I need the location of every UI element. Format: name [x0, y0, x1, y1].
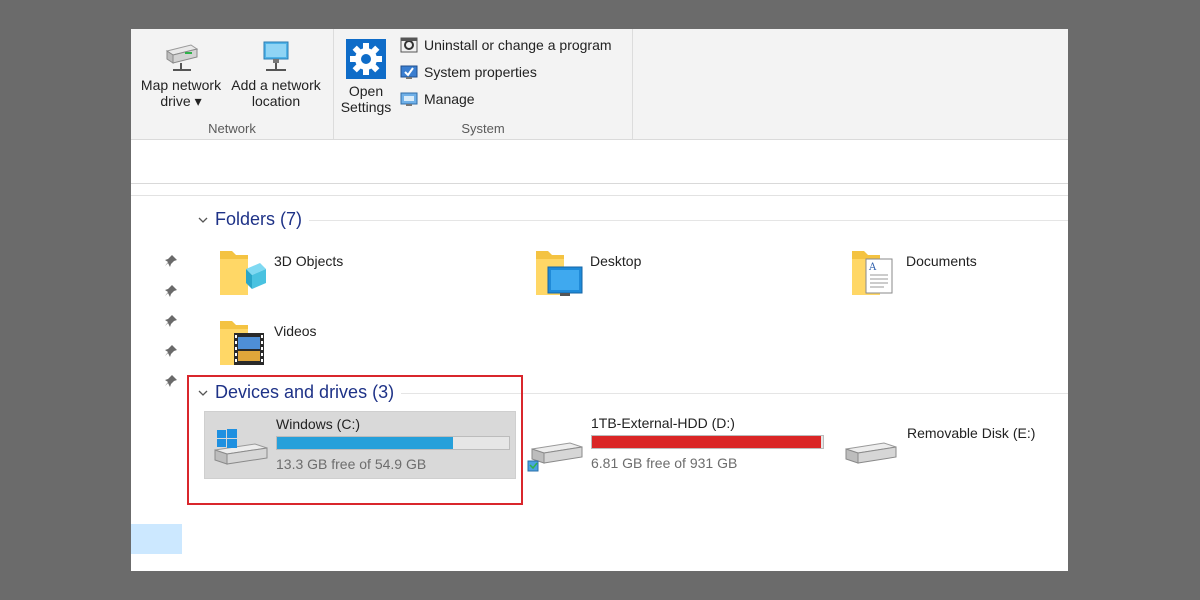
- add-location-label-line2: location: [251, 93, 301, 109]
- drive-free-space: 13.3 GB free of 54.9 GB: [276, 456, 427, 472]
- svg-text:A: A: [868, 262, 877, 273]
- pin-icon: [165, 375, 177, 387]
- uninstall-label: Uninstall or change a program: [424, 37, 612, 53]
- folder-documents[interactable]: A Documents: [850, 245, 1068, 305]
- external-drive-icon: [527, 442, 583, 472]
- pin-icon: [165, 255, 177, 267]
- nav-pane-selected-item[interactable]: [131, 524, 182, 554]
- folders-header-label: Folders (7): [215, 209, 303, 229]
- network-group-label: Network: [208, 121, 256, 136]
- desktop-folder-icon: [536, 251, 583, 296]
- drive-removable-e[interactable]: Removable Disk (E:): [842, 411, 1062, 477]
- drive-name: 1TB-External-HDD (D:): [591, 415, 735, 431]
- folders-section-header[interactable]: Folders (7): [197, 209, 302, 230]
- folder-videos[interactable]: Videos: [218, 315, 518, 375]
- add-location-label-line1: Add a network: [231, 77, 321, 93]
- folder-name: Desktop: [590, 253, 642, 269]
- ribbon-group-system: Open Settings Uninstall or change a prog…: [334, 29, 633, 139]
- windows-drive-icon: [214, 429, 268, 465]
- add-network-location-button[interactable]: Add a network location: [227, 39, 325, 109]
- open-settings-label-line2: Settings: [340, 99, 392, 115]
- open-settings-label-line1: Open: [348, 83, 384, 99]
- chevron-down-icon: [198, 217, 208, 223]
- drive-usage-fill: [592, 436, 822, 448]
- folder-3d-objects[interactable]: 3D Objects: [218, 245, 518, 305]
- pin-icon: [165, 345, 177, 357]
- manage-icon: [400, 92, 418, 106]
- system-properties-button[interactable]: System properties: [400, 62, 537, 82]
- uninstall-icon: [400, 37, 418, 53]
- pin-icon: [165, 315, 177, 327]
- map-drive-label-line1: Map network: [140, 77, 222, 93]
- map-drive-label-line2: drive ▾: [160, 93, 202, 109]
- folder-name: Videos: [274, 323, 317, 339]
- drive-usage-bar: [276, 436, 510, 450]
- drives-section-divider: [401, 393, 1068, 394]
- network-location-icon: [263, 41, 289, 71]
- documents-folder-icon: A: [852, 251, 893, 295]
- drive-usage-fill: [277, 437, 453, 449]
- system-group-label: System: [461, 121, 505, 136]
- drive-name: Windows (C:): [276, 416, 361, 432]
- file-explorer-window: Map network drive ▾ Add a network locati…: [131, 29, 1068, 571]
- chevron-down-icon: [198, 390, 208, 396]
- folders-section-divider: [309, 220, 1068, 221]
- 3d-objects-folder-icon: [220, 251, 266, 295]
- manage-button[interactable]: Manage: [400, 89, 475, 109]
- toolbar-divider: [131, 195, 1068, 196]
- drive-free-space: 6.81 GB free of 931 GB: [591, 455, 738, 471]
- drive-windows-c[interactable]: Windows (C:) 13.3 GB free of 54.9 GB: [204, 411, 516, 479]
- drive-external-d[interactable]: 1TB-External-HDD (D:) 6.81 GB free of 93…: [526, 411, 826, 477]
- ribbon-group-network: Map network drive ▾ Add a network locati…: [131, 29, 334, 139]
- ribbon: Map network drive ▾ Add a network locati…: [131, 29, 1068, 140]
- videos-folder-icon: [220, 321, 264, 365]
- manage-label: Manage: [424, 91, 475, 107]
- drives-section-header[interactable]: Devices and drives (3): [197, 382, 394, 403]
- drive-name: Removable Disk (E:): [907, 425, 1036, 441]
- open-settings-button[interactable]: Open Settings: [338, 39, 394, 115]
- pin-icon: [165, 285, 177, 297]
- map-network-drive-button[interactable]: Map network drive ▾: [135, 39, 227, 109]
- system-properties-icon: [400, 65, 418, 79]
- system-properties-label: System properties: [424, 64, 537, 80]
- drives-header-label: Devices and drives (3): [215, 382, 395, 402]
- removable-drive-icon: [845, 442, 897, 464]
- gear-icon: [346, 39, 386, 79]
- folder-name: 3D Objects: [274, 253, 344, 269]
- drive-usage-bar: [591, 435, 824, 449]
- network-drive-icon: [165, 44, 199, 71]
- folder-name: Documents: [906, 253, 977, 269]
- address-bar-area: [131, 145, 1068, 184]
- uninstall-program-button[interactable]: Uninstall or change a program: [400, 35, 612, 55]
- folder-desktop[interactable]: Desktop: [534, 245, 834, 305]
